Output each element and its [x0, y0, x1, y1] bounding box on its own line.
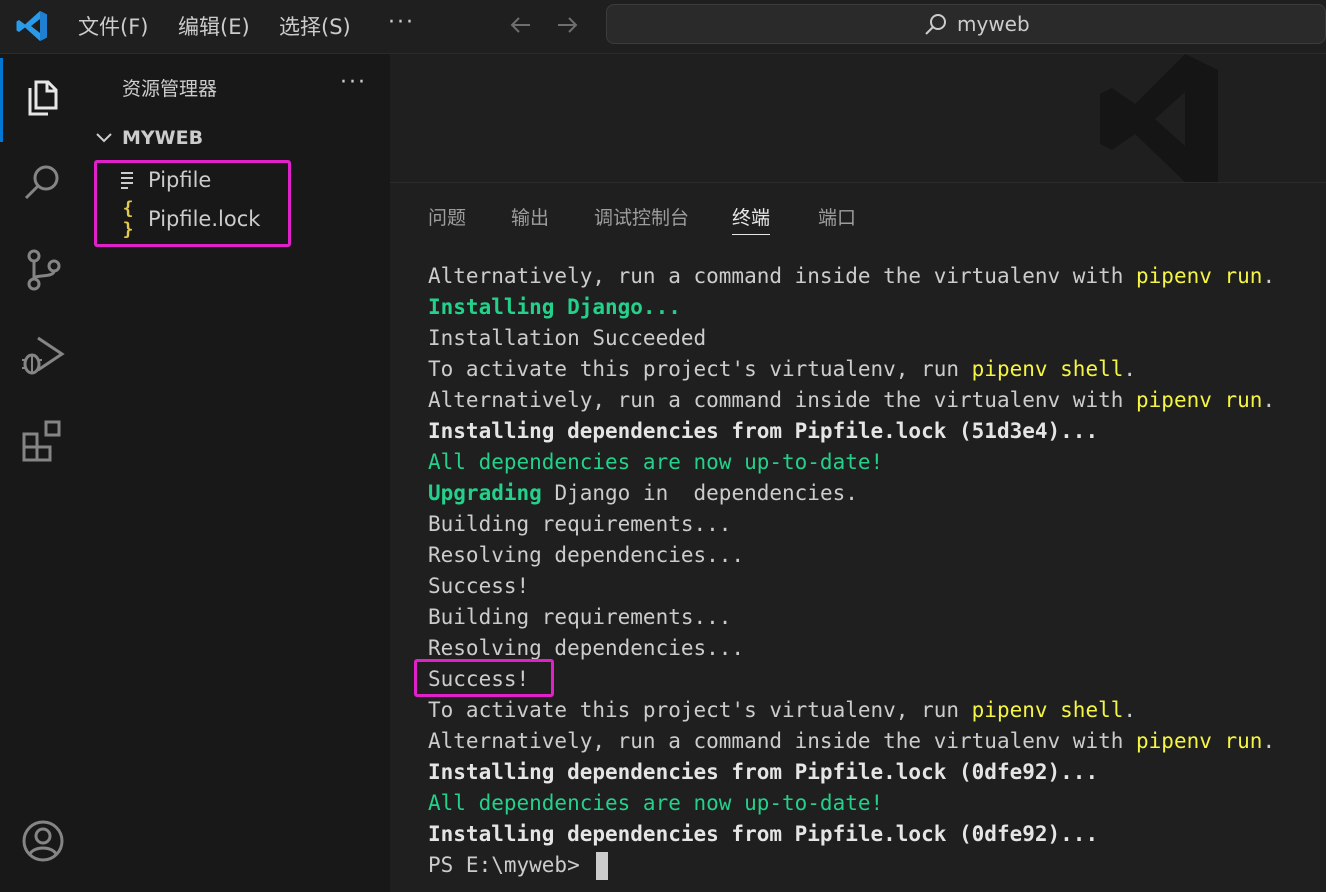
terminal-text: Installing dependencies from Pipfile.loc…	[428, 760, 1099, 784]
terminal-text: pipenv run	[1136, 388, 1263, 412]
terminal-text: .	[1262, 729, 1276, 753]
terminal-text: To activate this project's virtualenv, r…	[428, 698, 972, 722]
terminal-output[interactable]: Alternatively, run a command inside the …	[428, 261, 1275, 881]
terminal-line: Building requirements...	[428, 509, 1275, 540]
terminal-text: .	[1262, 388, 1276, 412]
terminal-text: Upgrading	[428, 481, 542, 505]
terminal-text: Alternatively, run a command inside the …	[428, 264, 1137, 288]
terminal-text: pipenv shell	[971, 698, 1124, 722]
terminal-text: pipenv shell	[971, 357, 1124, 381]
menu-selection[interactable]: 选择(S)	[279, 12, 351, 42]
tab-terminal[interactable]: 终端	[732, 203, 771, 235]
terminal-line: Installing Django...	[428, 292, 1275, 323]
source-control-icon[interactable]	[18, 244, 68, 294]
back-arrow-icon[interactable]	[506, 10, 536, 40]
terminal-text: Installing dependencies from Pipfile.loc…	[428, 822, 1099, 846]
terminal-text: Building requirements...	[428, 512, 732, 536]
activity-bar	[0, 54, 86, 892]
terminal-line: Installing dependencies from Pipfile.loc…	[428, 819, 1275, 850]
terminal-text: All dependencies are now up-to-date!	[428, 450, 884, 474]
terminal-line: Alternatively, run a command inside the …	[428, 385, 1275, 416]
forward-arrow-icon[interactable]	[552, 10, 582, 40]
terminal-text: Alternatively, run a command inside the …	[428, 388, 1137, 412]
vscode-logo-icon[interactable]	[14, 8, 50, 44]
terminal-line: Installing dependencies from Pipfile.loc…	[428, 416, 1275, 447]
explorer-icon[interactable]	[18, 72, 68, 122]
sidebar-title: 资源管理器	[122, 78, 218, 100]
folder-label: MYWEB	[122, 127, 204, 149]
tab-problems[interactable]: 问题	[428, 203, 466, 235]
terminal-line: All dependencies are now up-to-date!	[428, 447, 1275, 478]
active-indicator	[0, 58, 3, 142]
terminal-prompt-line[interactable]: PS E:\myweb>	[428, 850, 1275, 881]
terminal-text: pipenv run	[1136, 729, 1263, 753]
terminal-line: Installation Succeeded	[428, 323, 1275, 354]
terminal-line: Success!	[428, 571, 1275, 602]
tab-output[interactable]: 输出	[511, 203, 549, 235]
terminal-text: pipenv run	[1136, 264, 1263, 288]
terminal-text: To activate this project's virtualenv, r…	[428, 357, 972, 381]
run-debug-icon[interactable]	[18, 330, 68, 380]
terminal-text: .	[1262, 264, 1276, 288]
menu-file[interactable]: 文件(F)	[78, 12, 148, 42]
terminal-line: Resolving dependencies...	[428, 633, 1275, 664]
chevron-down-icon	[96, 133, 112, 143]
terminal-text: .	[1123, 357, 1137, 381]
terminal-line: To activate this project's virtualenv, r…	[428, 695, 1275, 726]
extensions-icon[interactable]	[18, 416, 68, 466]
terminal-cursor	[596, 852, 609, 880]
explorer-sidebar: 资源管理器 ··· MYWEB Pipfile { } Pipfile.lock	[86, 54, 390, 892]
terminal-text: Resolving dependencies...	[428, 543, 745, 567]
success-highlight-annotation	[414, 659, 554, 697]
terminal-text: Resolving dependencies...	[428, 636, 745, 660]
bottom-panel: 问题 输出 调试控制台 终端 端口 Alternatively, run a c…	[390, 182, 1326, 892]
command-center-search[interactable]: myweb	[606, 4, 1326, 44]
terminal-line: Alternatively, run a command inside the …	[428, 261, 1275, 292]
terminal-line: Building requirements...	[428, 602, 1275, 633]
search-view-icon[interactable]	[18, 158, 68, 208]
tab-debug-console[interactable]: 调试控制台	[594, 203, 689, 235]
terminal-line: Resolving dependencies...	[428, 540, 1275, 571]
terminal-line: Alternatively, run a command inside the …	[428, 726, 1275, 757]
terminal-text: .	[1123, 698, 1137, 722]
account-icon[interactable]	[18, 816, 68, 866]
terminal-line: Upgrading Django in dependencies.	[428, 478, 1275, 509]
terminal-text: Installation Succeeded	[428, 326, 707, 350]
terminal-line: To activate this project's virtualenv, r…	[428, 354, 1275, 385]
vscode-watermark-icon	[1100, 54, 1218, 182]
terminal-text: Building requirements...	[428, 605, 732, 629]
folder-myweb[interactable]: MYWEB	[94, 124, 203, 152]
terminal-line: All dependencies are now up-to-date!	[428, 788, 1275, 819]
terminal-text: Django in dependencies.	[541, 481, 858, 505]
highlight-annotation	[94, 160, 291, 247]
editor-area	[390, 54, 1326, 182]
terminal-text: Installing dependencies from Pipfile.loc…	[428, 419, 1099, 443]
search-text: myweb	[957, 12, 1030, 36]
search-icon	[925, 14, 946, 35]
terminal-prompt: PS E:\myweb>	[428, 853, 593, 877]
sidebar-more-icon[interactable]: ···	[340, 70, 367, 95]
terminal-line: Installing dependencies from Pipfile.loc…	[428, 757, 1275, 788]
terminal-line: Success!	[428, 664, 1275, 695]
menu-edit[interactable]: 编辑(E)	[178, 12, 250, 42]
terminal-text: All dependencies are now up-to-date!	[428, 791, 884, 815]
tab-ports[interactable]: 端口	[818, 203, 856, 235]
terminal-text: Alternatively, run a command inside the …	[428, 729, 1137, 753]
menu-more-icon[interactable]: ···	[388, 10, 415, 35]
terminal-text: Installing Django...	[428, 295, 681, 319]
title-bar: 文件(F) 编辑(E) 选择(S) ··· myweb	[0, 0, 1326, 54]
terminal-text: Success!	[428, 574, 530, 598]
